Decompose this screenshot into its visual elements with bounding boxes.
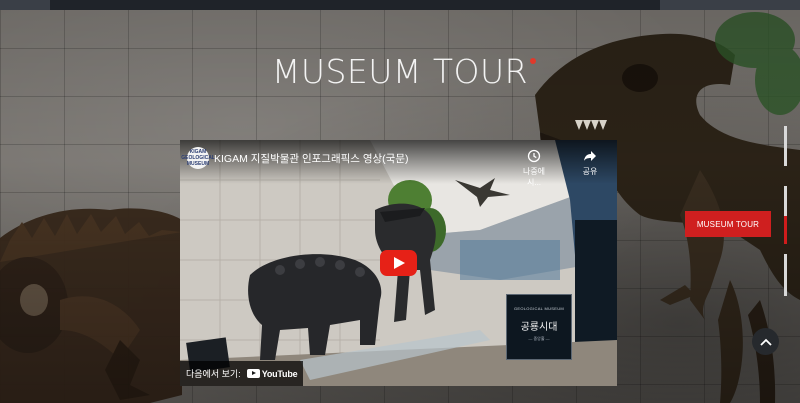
play-icon[interactable]	[380, 250, 417, 276]
sign-subtitle: — 중앙홀 —	[528, 336, 550, 341]
side-nav-indicator[interactable]	[783, 126, 789, 296]
chevron-up-icon	[759, 338, 772, 346]
youtube-video-player[interactable]: KIGAM GEOLOGICAL MUSEUM KIGAM 지질박물관 인포그래…	[180, 140, 617, 386]
share-button[interactable]: 공유	[577, 149, 603, 177]
sign-kicker: GEOLOGICAL MUSEUM	[513, 306, 565, 311]
side-nav-segment[interactable]	[784, 254, 787, 296]
page-title-wrap: MUSEUM TOUR	[271, 52, 537, 91]
youtube-label: YouTube	[261, 368, 298, 379]
share-label: 공유	[582, 167, 598, 176]
title-accent-dot	[530, 58, 537, 64]
side-nav-segment-active[interactable]	[784, 216, 787, 244]
watch-later-label: 나중에 시...	[522, 167, 546, 187]
video-title[interactable]: KIGAM 지질박물관 인포그래픽스 영상(국문)	[214, 151, 408, 166]
youtube-icon	[246, 369, 260, 378]
watch-on-label: 다음에서 보기:	[186, 369, 241, 379]
channel-logo[interactable]: KIGAM GEOLOGICAL MUSEUM	[181, 147, 215, 169]
channel-logo-text: KIGAM GEOLOGICAL MUSEUM	[181, 149, 215, 167]
watch-later-button[interactable]: 나중에 시...	[516, 149, 552, 188]
exhibit-sign: GEOLOGICAL MUSEUM 공룡시대 — 중앙홀 —	[506, 294, 572, 360]
sign-title: 공룡시대	[520, 322, 558, 333]
scroll-to-top-button[interactable]	[752, 328, 779, 355]
museum-tour-button[interactable]: MUSEUM TOUR	[685, 211, 771, 237]
watch-on-youtube-button[interactable]: 다음에서 보기: YouTube	[180, 361, 304, 386]
page-title-text: MUSEUM TOUR	[271, 52, 529, 91]
top-bar	[0, 0, 800, 10]
side-nav-segment[interactable]	[784, 126, 787, 166]
clock-icon	[527, 149, 541, 163]
youtube-logo: YouTube	[246, 368, 298, 379]
share-arrow-icon	[584, 151, 596, 161]
page-title: MUSEUM TOUR	[0, 52, 800, 91]
